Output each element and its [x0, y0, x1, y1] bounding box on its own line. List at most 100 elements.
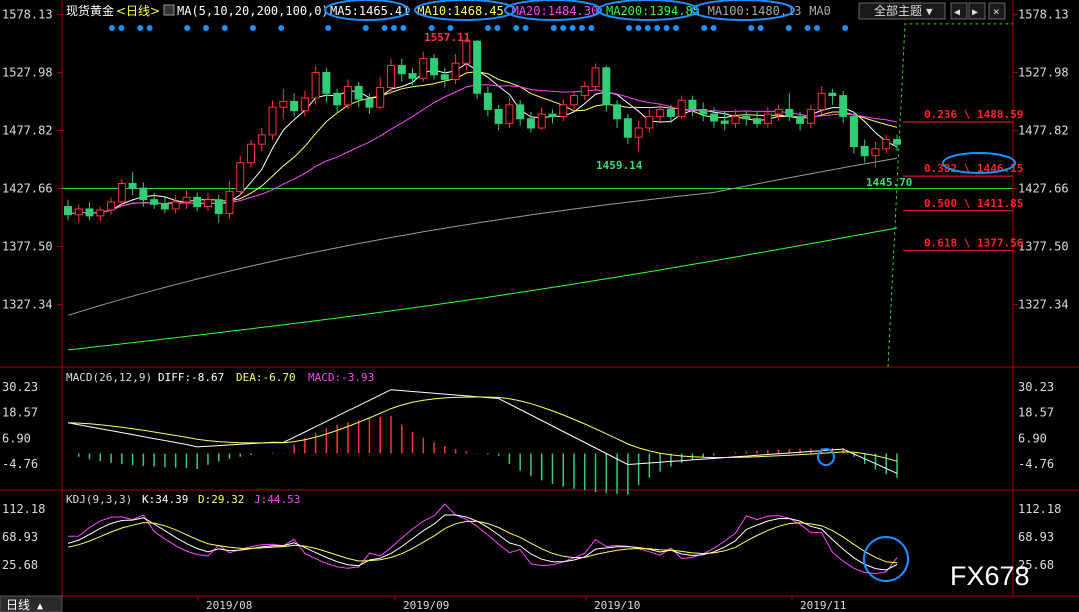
kdj-panel: KDJ(9,3,3) K:34.39 D:29.32 J:44.53 112.1… — [2, 493, 1061, 575]
candle-body — [160, 203, 169, 210]
candle-body — [311, 71, 320, 99]
candle-body — [677, 99, 686, 117]
date-label: 2019/11 — [800, 599, 846, 612]
candle-body — [860, 145, 869, 157]
ma-value-5: MA0 — [809, 4, 831, 18]
price-tick-left: 1327.34 — [2, 298, 53, 312]
chevron-up-icon: ▲ — [37, 601, 43, 612]
candle-body — [559, 104, 568, 117]
macd-tick-right: 30.23 — [1018, 380, 1054, 394]
ma10-line — [67, 71, 898, 216]
candle-body — [365, 98, 374, 108]
event-dot — [522, 25, 529, 31]
event-dot — [757, 25, 764, 31]
candle-body — [117, 182, 126, 203]
candle-body — [343, 85, 352, 106]
macd-tick-left: 6.90 — [2, 431, 31, 445]
price-tick-right: 1527.98 — [1018, 66, 1069, 80]
fib-label: 0.500 \ 1411.85 — [924, 197, 1023, 210]
ma-value-1: MA10:1468.45 — [417, 4, 504, 18]
highlight-circle — [817, 448, 835, 466]
candle-body — [634, 127, 643, 138]
macd-tick-left: 18.57 — [2, 406, 38, 420]
annotation-circles — [324, 0, 1016, 582]
price-tick-left: 1427.66 — [2, 182, 53, 196]
candle-body — [774, 108, 783, 115]
watermark: FX678 — [950, 561, 1030, 591]
price-tick-right: 1327.34 — [1018, 298, 1069, 312]
price-tick-right: 1578.13 — [1018, 8, 1069, 22]
kdj-d: D:29.32 — [198, 493, 244, 506]
candle-body — [580, 85, 589, 97]
event-dot — [626, 25, 632, 31]
price-tick-left: 1377.50 — [2, 240, 53, 254]
theme-select-label: 全部主题 — [874, 3, 922, 18]
candle-body — [699, 108, 708, 115]
chevron-down-icon: ▼ — [926, 5, 933, 18]
kdj-tick-left: 25.68 — [2, 558, 38, 572]
event-dot — [221, 25, 228, 31]
kdj-k: K:34.39 — [142, 493, 188, 506]
event-dots — [109, 25, 849, 31]
candle-body — [688, 99, 697, 110]
candle-body — [64, 206, 72, 216]
date-label: 2019/08 — [206, 599, 252, 612]
candle-body — [602, 67, 611, 106]
candle-body — [268, 106, 277, 136]
event-dot — [278, 25, 285, 31]
candle-body — [796, 115, 805, 124]
ma5-line — [67, 62, 898, 216]
period-tab-label: 日线 — [6, 598, 30, 612]
event-dot — [663, 25, 670, 31]
kdj-tick-left: 112.18 — [2, 502, 45, 516]
kdj-tick-left: 68.93 — [2, 530, 38, 544]
kdj-title: KDJ(9,3,3) — [66, 493, 132, 506]
event-dot — [146, 25, 153, 31]
candle-body — [247, 143, 256, 164]
kdj-d-line — [67, 520, 898, 564]
candle-body — [128, 182, 137, 189]
macd-tick-left: -4.76 — [2, 457, 38, 471]
candle-body — [505, 104, 514, 124]
candle-body — [279, 100, 288, 108]
candle-body — [882, 139, 891, 150]
grid-lines — [62, 23, 1013, 368]
macd-lines — [67, 389, 898, 474]
candle-body — [494, 108, 503, 124]
moving-average-lines — [67, 62, 898, 351]
candle-body — [397, 65, 406, 75]
ma200-line — [67, 227, 898, 351]
event-dot — [579, 25, 585, 31]
price-tick-right: 1427.66 — [1018, 182, 1069, 196]
candle-body — [139, 187, 148, 201]
date-label: 2019/09 — [403, 599, 449, 612]
event-dot — [250, 25, 256, 31]
ma-toggle-icon[interactable] — [163, 4, 175, 16]
candle-body — [526, 118, 535, 129]
macd-histogram — [78, 415, 898, 495]
event-dot — [560, 25, 567, 31]
event-dot — [588, 25, 595, 31]
macd-tick-left: 30.23 — [2, 380, 38, 394]
candlesticks — [64, 38, 901, 223]
fibonacci-levels: 0.236 \ 1488.590.382 \ 1446.150.500 \ 14… — [903, 108, 1024, 251]
candle-body — [570, 95, 579, 106]
candle-body — [150, 199, 159, 205]
candle-body — [107, 201, 116, 211]
macd-dea-line — [67, 396, 898, 462]
event-dot — [804, 25, 811, 31]
macd-diff: DIFF:-8.67 — [158, 371, 224, 384]
candle-body — [203, 199, 212, 208]
event-dot — [485, 25, 491, 31]
candle-body — [333, 92, 342, 106]
candle-body — [516, 104, 525, 120]
candle-body — [839, 95, 848, 117]
chart-canvas[interactable]: 现货黄金 <日线> MA(5,10,20,200,100,0) MA5:1465… — [0, 0, 1079, 612]
chart-frame — [0, 0, 1079, 597]
event-dot — [814, 25, 820, 31]
candle-body — [322, 71, 331, 94]
event-dot — [400, 25, 407, 31]
event-dot — [710, 25, 717, 31]
candle-body — [483, 92, 492, 110]
header-bar: 现货黄金 <日线> MA(5,10,20,200,100,0) MA5:1465… — [66, 2, 1006, 20]
